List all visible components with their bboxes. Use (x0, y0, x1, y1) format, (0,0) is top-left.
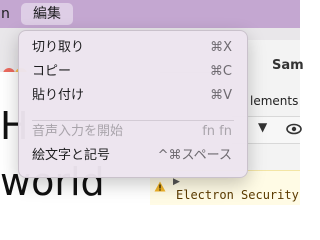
eye-icon[interactable] (286, 120, 302, 139)
app-menu[interactable]: n (0, 4, 10, 24)
devtools-title: Sam (272, 58, 304, 73)
tab-elements[interactable]: lements (250, 94, 298, 108)
menu-item-shortcut: ^⌘スペース (157, 148, 232, 163)
menu-item-emoji-symbols[interactable]: 絵文字と記号 ^⌘スペース (19, 144, 247, 168)
chevron-down-icon[interactable]: ▼ (258, 120, 267, 134)
warning-icon (154, 177, 166, 196)
edit-dropdown-menu: 切り取り ⌘X コピー ⌘C 貼り付け ⌘V 音声入力を開始 fn fn 絵文字… (18, 30, 248, 178)
menu-bar: n 編集 (0, 0, 300, 28)
edit-menu-title[interactable]: 編集 (21, 3, 73, 25)
menu-item-label: 貼り付け (32, 88, 85, 103)
menu-item-label: 絵文字と記号 (32, 148, 111, 163)
menu-item-label: 音声入力を開始 (32, 124, 124, 139)
menu-item-shortcut: ⌘V (210, 88, 232, 103)
menu-item-paste[interactable]: 貼り付け ⌘V (19, 84, 247, 108)
menu-item-copy[interactable]: コピー ⌘C (19, 60, 247, 84)
menu-item-label: コピー (32, 64, 72, 79)
menu-item-label: 切り取り (32, 40, 85, 55)
menu-item-shortcut: ⌘C (209, 64, 232, 79)
console-warning-text: Electron Security (176, 188, 299, 202)
menu-item-shortcut: ⌘X (210, 40, 232, 55)
menu-item-start-dictation: 音声入力を開始 fn fn (19, 120, 247, 144)
menu-item-shortcut: fn fn (202, 124, 232, 139)
menu-item-cut[interactable]: 切り取り ⌘X (19, 36, 247, 60)
expand-caret-icon[interactable]: ▶ (173, 177, 180, 187)
